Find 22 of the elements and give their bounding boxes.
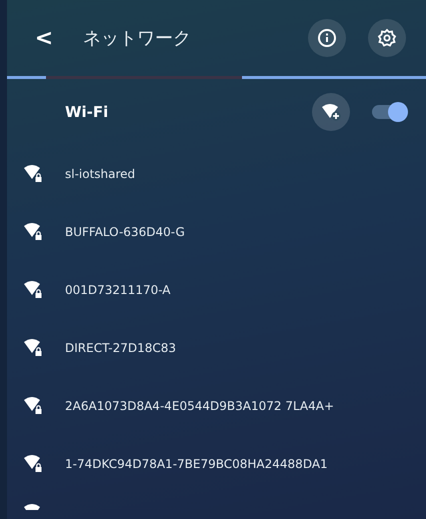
network-item[interactable]: 001D73211170-A [7,261,426,319]
network-name: DIRECT-27D18C83 [65,341,176,355]
network-item[interactable]: BUFFALO-636D40-G [7,203,426,261]
wifi-toggle[interactable] [372,105,406,119]
network-item[interactable]: DIRECT-27D18C83 [7,319,426,377]
info-icon [317,28,337,48]
page-title: ネットワーク [83,27,191,50]
network-item[interactable]: 2A6A1073D8A4-4E0544D9B3A1072 7LA4A+ [7,377,426,435]
info-button[interactable] [308,19,346,57]
back-button[interactable]: < [29,26,59,50]
network-item[interactable]: sl-iotshared [7,145,426,203]
network-name: BUFFALO-636D40-G [65,225,185,239]
wifi-plus-icon [321,103,341,121]
network-name: 001D73211170-A [65,283,170,297]
settings-button[interactable] [368,19,406,57]
network-name: 2A6A1073D8A4-4E0544D9B3A1072 7LA4A+ [65,399,334,413]
network-name: 1-74DKC94D78A1-7BE79BC08HA24488DA1 [65,457,328,471]
settings-icon [377,28,397,48]
add-network-button[interactable] [312,93,350,131]
wifi-label: Wi-Fi [65,103,108,121]
network-name: sl-iotshared [65,167,136,181]
network-item[interactable]: 1-74DKC94D78A1-7BE79BC08HA24488DA1 [7,435,426,493]
